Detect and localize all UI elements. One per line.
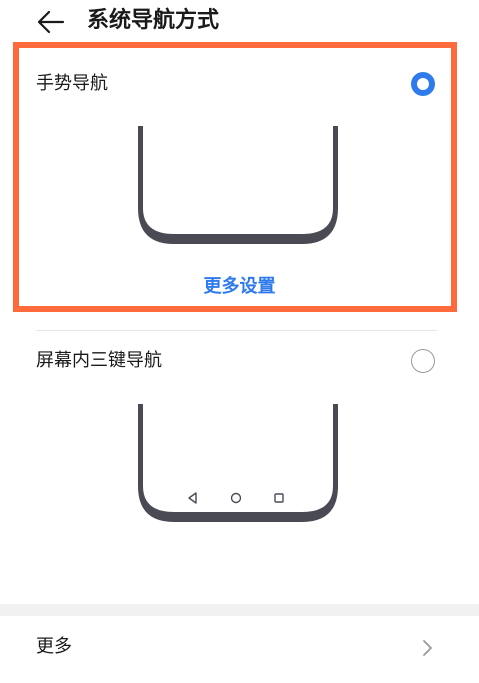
option-gesture-navigation[interactable]: 手势导航 更多设置 (0, 44, 479, 309)
section-separator (0, 604, 479, 616)
arrow-left-icon (37, 10, 65, 34)
nav-keys-illustration (185, 490, 295, 510)
more-row[interactable]: 更多 (0, 616, 479, 683)
chevron-right-icon (419, 636, 435, 660)
more-settings-link[interactable]: 更多设置 (0, 275, 479, 299)
radio-checked-icon[interactable] (411, 72, 435, 96)
home-circle-icon (228, 490, 244, 506)
recent-square-icon (271, 490, 287, 506)
option-three-key-navigation[interactable]: 屏幕内三键导航 (0, 332, 479, 594)
divider (36, 330, 437, 331)
page-title: 系统导航方式 (87, 8, 220, 33)
radio-unchecked-icon[interactable] (411, 349, 435, 373)
phone-bottom-illustration (132, 126, 344, 254)
navigation-settings-page: 系统导航方式 手势导航 更多设置 屏幕内三键导航 更多 (0, 0, 479, 683)
phone-bottom-illustration (132, 404, 344, 532)
back-button[interactable] (36, 8, 66, 36)
more-label: 更多 (36, 636, 72, 657)
option-label: 屏幕内三键导航 (36, 350, 162, 371)
option-label: 手势导航 (36, 73, 108, 94)
header: 系统导航方式 (0, 0, 479, 44)
back-triangle-icon (185, 490, 201, 506)
